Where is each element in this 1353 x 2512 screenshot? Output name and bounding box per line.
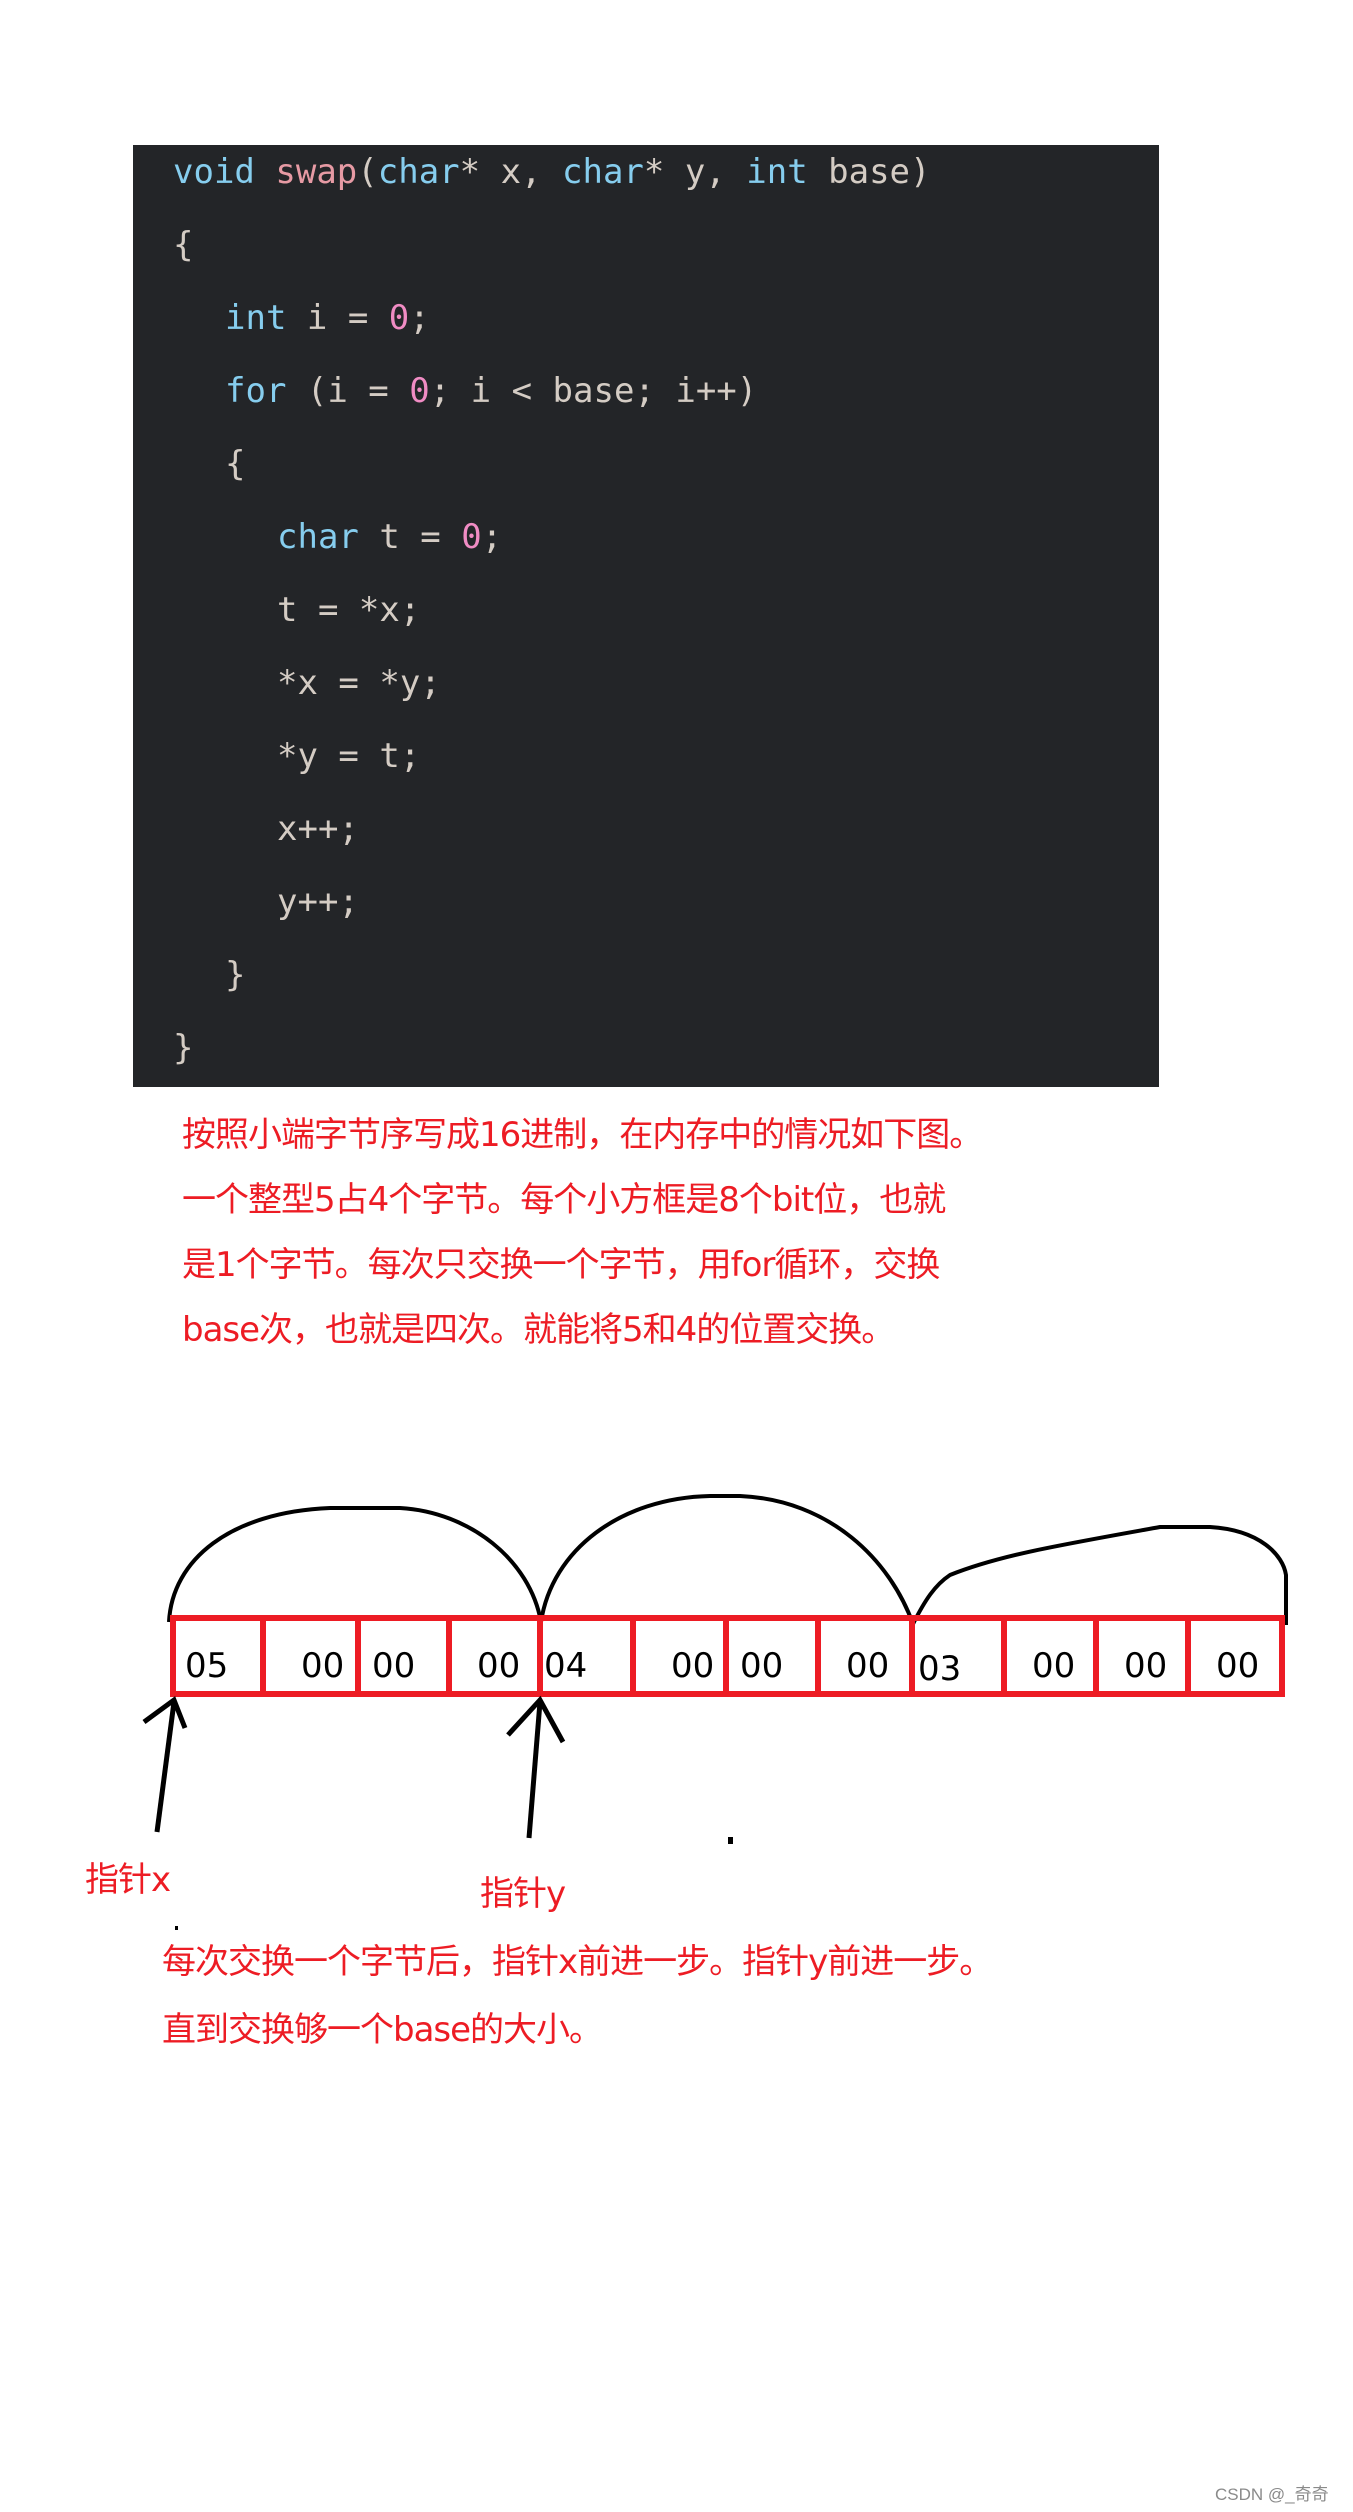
byte-cell-value: 00 (846, 1646, 889, 1686)
group-arc-3 (911, 1525, 1288, 1625)
pointer-x-label: 指针x (85, 1860, 171, 1900)
watermark: CSDN @_奇奇 (1215, 2485, 1329, 2504)
byte-row: 05 00 00 00 04 00 00 00 03 00 00 00 (170, 1615, 1285, 1697)
byte-cell-value: 00 (1124, 1646, 1167, 1686)
byte-cell-value: 03 (918, 1649, 961, 1689)
summary-line: 直到交换够一个base的大小。 (162, 2010, 603, 2050)
memory-diagram: 05 00 00 00 04 00 00 00 03 00 00 00 (142, 1494, 1288, 1930)
byte-cell-value: 00 (1032, 1646, 1075, 1686)
group-arc-2 (539, 1494, 915, 1625)
stray-dot (728, 1837, 733, 1844)
byte-cell-value: 04 (544, 1646, 587, 1686)
byte-cell-value: 00 (1216, 1646, 1259, 1686)
group-arc-1 (167, 1506, 543, 1623)
byte-cell-value: 00 (477, 1646, 520, 1686)
pointer-y-arrow-icon (506, 1695, 566, 1839)
byte-cell-value: 00 (671, 1646, 714, 1686)
summary-line: 每次交换一个字节后，指针x前进一步。指针y前进一步。 (162, 1942, 993, 1982)
byte-cell-value: 00 (740, 1646, 783, 1686)
summary-text: 每次交换一个字节后，指针x前进一步。指针y前进一步。 直到交换够一个base的大… (162, 1928, 993, 2064)
byte-cell-value: 00 (301, 1646, 344, 1686)
byte-cell-value: 00 (372, 1646, 415, 1686)
pointer-y-label: 指针y (480, 1874, 566, 1914)
byte-cell-value: 05 (185, 1646, 228, 1686)
pointer-x-arrow-icon (142, 1696, 188, 1833)
